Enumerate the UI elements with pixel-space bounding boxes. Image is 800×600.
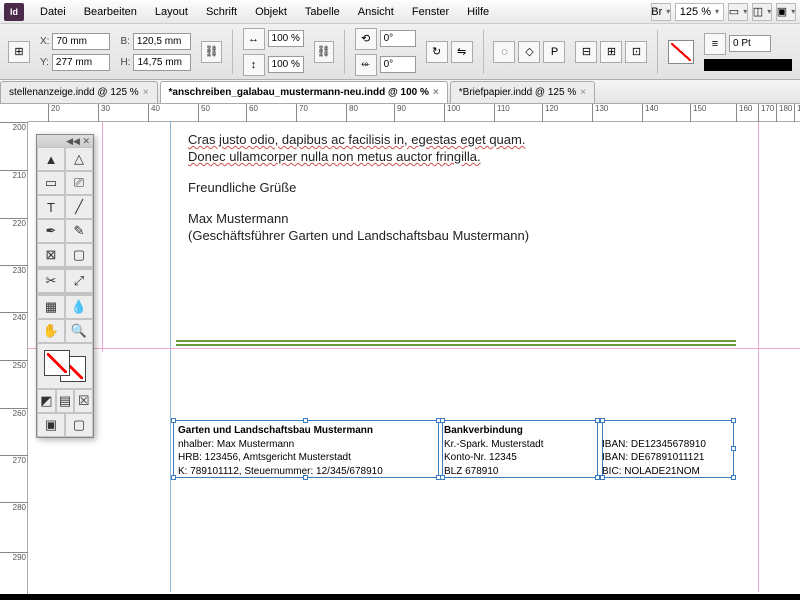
menu-fenster[interactable]: Fenster (404, 3, 457, 21)
document-canvas[interactable]: Cras justo odio, dapibus ac facilisis in… (28, 122, 800, 592)
footer-iban: IBAN: DE12345678910 IBAN: DE67891011121 … (602, 424, 732, 478)
direct-selection-tool[interactable]: △ (65, 147, 93, 171)
h-input[interactable] (133, 54, 191, 71)
tab-anschreiben[interactable]: *anschreiben_galabau_mustermann-neu.indd… (160, 81, 448, 103)
free-transform-tool[interactable]: ⤢ (65, 269, 93, 293)
align-3-icon[interactable]: ⊡ (625, 41, 647, 63)
footer-bank: Bankverbindung Kr.-Spark. Musterstadt Ko… (444, 424, 594, 478)
menu-datei[interactable]: Datei (32, 3, 74, 21)
link-wh-icon[interactable]: ⛓ (201, 41, 221, 63)
preview-mode[interactable]: ▢ (65, 413, 93, 437)
select-container-icon[interactable]: ◌ (493, 41, 515, 63)
gap-tool[interactable]: ⎚ (65, 171, 93, 195)
scale-x-icon: ↔ (243, 28, 265, 50)
menu-hilfe[interactable]: Hilfe (459, 3, 497, 21)
tools-panel[interactable]: ◀◀ ✕ ▲ △ ▭ ⎚ T ╱ ✒ ✎ ⊠ ▢ ✂ ⤢ ▦ 💧 ✋ 🔍 ◩ ▤… (36, 134, 94, 438)
close-icon[interactable]: × (433, 87, 439, 98)
horizontal-ruler[interactable]: 2030405060708090100110120130140150160170… (28, 104, 800, 122)
reference-point-icon[interactable]: ⊞ (8, 41, 30, 63)
sender-role: (Geschäftsführer Garten und Landschaftsb… (188, 228, 529, 245)
x-label: X: (40, 36, 49, 47)
char-panel-icon[interactable]: P (543, 41, 565, 63)
menu-bearbeiten[interactable]: Bearbeiten (76, 3, 145, 21)
scale-x-input[interactable] (268, 30, 304, 47)
shear-icon: ⬰ (355, 54, 377, 76)
apply-none[interactable]: ☒ (74, 389, 93, 413)
zoom-dropdown[interactable]: 125 % (675, 3, 724, 21)
fill-stroke-swatch[interactable] (37, 343, 93, 389)
tab-stellenanzeige[interactable]: stellenanzeige.indd @ 125 %× (0, 81, 158, 103)
footer-company: Garten und Landschaftsbau Mustermann nha… (178, 424, 436, 478)
gradient-swatch-tool[interactable]: ▦ (37, 295, 65, 319)
pencil-tool[interactable]: ✎ (65, 219, 93, 243)
body-line-2: Donec ullamcorper nulla non metus auctor… (188, 149, 529, 166)
normal-mode[interactable]: ▣ (37, 413, 65, 437)
bottom-bar (0, 594, 800, 600)
tools-header[interactable]: ◀◀ ✕ (37, 135, 93, 147)
link-scale-icon[interactable]: ⛓ (314, 41, 334, 63)
scissors-tool[interactable]: ✂ (37, 269, 65, 293)
flip-h-icon[interactable]: ⇋ (451, 41, 473, 63)
scale-y-input[interactable] (268, 56, 304, 73)
menu-tabelle[interactable]: Tabelle (297, 3, 348, 21)
close-icon[interactable]: × (580, 87, 586, 98)
hand-tool[interactable]: ✋ (37, 319, 65, 343)
stroke-weight-input[interactable] (729, 35, 771, 52)
zoom-tool[interactable]: 🔍 (65, 319, 93, 343)
line-tool[interactable]: ╱ (65, 195, 93, 219)
greeting: Freundliche Grüße (188, 180, 529, 197)
type-tool[interactable]: T (37, 195, 65, 219)
apply-color[interactable]: ◩ (37, 389, 56, 413)
margin-guide (28, 348, 800, 349)
menu-layout[interactable]: Layout (147, 3, 196, 21)
letter-body: Cras justo odio, dapibus ac facilisis in… (188, 132, 529, 244)
align-1-icon[interactable]: ⊟ (575, 41, 597, 63)
rotate-icon: ⟲ (355, 28, 377, 50)
close-icon[interactable]: × (143, 87, 149, 98)
eyed ropper-tool[interactable]: 💧 (65, 295, 93, 319)
h-label: H: (120, 57, 130, 68)
control-panel: ⊞ X: Y: B: H: ⛓ ↔ ↕ ⛓ ⟲ ⬰ ↻⇋ ◌◇P ⊟⊞⊡ ≡ (0, 24, 800, 80)
tab-briefpapier[interactable]: *Briefpapier.indd @ 125 %× (450, 81, 595, 103)
rectangle-frame-tool[interactable]: ⊠ (37, 243, 65, 267)
shear-input[interactable] (380, 56, 416, 73)
select-content-icon[interactable]: ◇ (518, 41, 540, 63)
menu-ansicht[interactable]: Ansicht (350, 3, 402, 21)
page-tool[interactable]: ▭ (37, 171, 65, 195)
rectangle-tool[interactable]: ▢ (65, 243, 93, 267)
arrange-button[interactable]: ▣ (776, 3, 796, 21)
fill-swatch[interactable] (668, 40, 694, 64)
body-line-1: Cras justo odio, dapibus ac facilisis in… (188, 132, 529, 149)
bridge-button[interactable]: Br (651, 3, 671, 21)
sender-name: Max Mustermann (188, 211, 529, 228)
menu-objekt[interactable]: Objekt (247, 3, 295, 21)
y-input[interactable] (52, 54, 110, 71)
x-input[interactable] (52, 33, 110, 50)
rotate-input[interactable] (380, 30, 416, 47)
margin-guide (102, 122, 103, 352)
column-guide (170, 122, 171, 592)
view-mode-button[interactable]: ▭ (728, 3, 748, 21)
divider-line (176, 344, 736, 346)
vertical-ruler[interactable]: 200210220230240250260270280290 (0, 122, 28, 600)
align-2-icon[interactable]: ⊞ (600, 41, 622, 63)
document-tabs: stellenanzeige.indd @ 125 %× *anschreibe… (0, 80, 800, 104)
pen-tool[interactable]: ✒ (37, 219, 65, 243)
rotate-cw-icon[interactable]: ↻ (426, 41, 448, 63)
stroke-weight-icon: ≡ (704, 33, 726, 55)
w-label: B: (120, 36, 129, 47)
menu-schrift[interactable]: Schrift (198, 3, 245, 21)
screen-mode-button[interactable]: ◫ (752, 3, 772, 21)
app-icon: Id (4, 3, 24, 21)
divider-line (176, 340, 736, 342)
menu-bar: Id Datei Bearbeiten Layout Schrift Objek… (0, 0, 800, 24)
stroke-style-dropdown[interactable] (704, 59, 792, 71)
scale-y-icon: ↕ (243, 54, 265, 76)
apply-gradient[interactable]: ▤ (56, 389, 75, 413)
y-label: Y: (40, 57, 49, 68)
w-input[interactable] (133, 33, 191, 50)
selection-tool[interactable]: ▲ (37, 147, 65, 171)
margin-guide (758, 122, 759, 592)
